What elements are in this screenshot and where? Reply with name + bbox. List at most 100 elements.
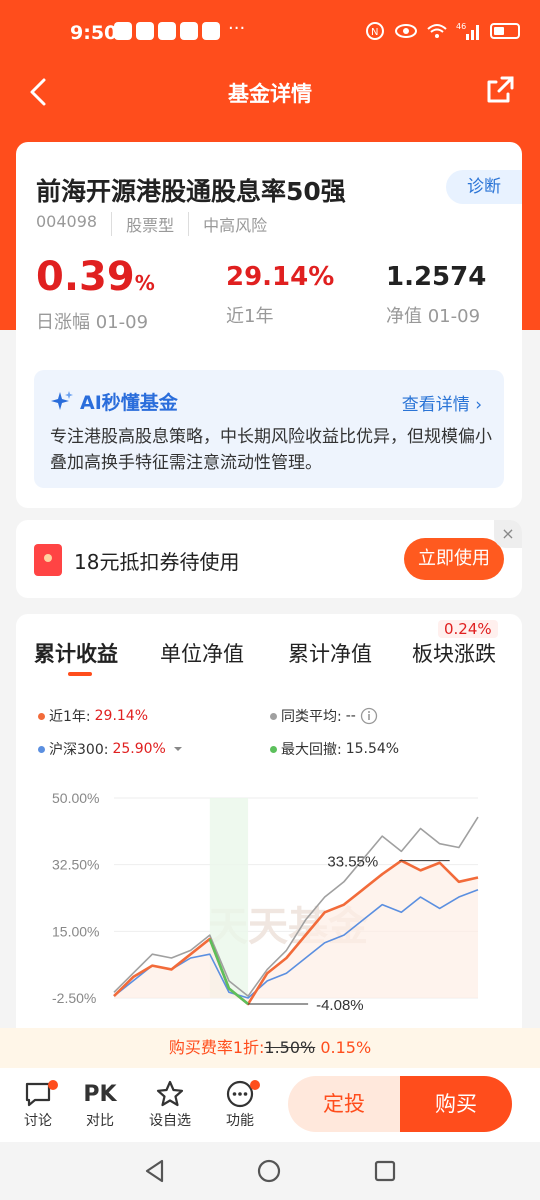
peak-annotation: 33.55%: [327, 854, 378, 871]
nfc-icon: N: [366, 22, 384, 40]
daily-change-value: 0.39: [36, 254, 135, 300]
add-watchlist-button[interactable]: 设自选: [140, 1078, 200, 1130]
compare-label: 对比: [86, 1113, 114, 1129]
daily-change-stat: 0.39% 日涨幅 01-09: [36, 254, 155, 334]
legend-fund-label: 近1年:: [49, 709, 91, 725]
ai-summary-text: 专注港股高股息策略，中长期风险收益比优异，但规模偏小叠加高换手特征需注意流动性管…: [50, 427, 492, 473]
sector-change-badge: 0.24%: [438, 620, 498, 638]
status-bar: 9:50 ··· N 46: [0, 0, 540, 64]
svg-text:46: 46: [456, 22, 466, 31]
home-circle-icon[interactable]: [256, 1158, 282, 1184]
functions-notification-dot: [250, 1080, 260, 1090]
fund-summary-card: 前海开源港股通股息率50强 诊断 004098 股票型 中高风险 0.39% 日…: [16, 142, 522, 508]
legend-fund: 近1年: 29.14%: [38, 706, 148, 726]
daily-change-label: 日涨幅 01-09: [36, 312, 149, 333]
legend-drawdown-label: 最大回撤:: [281, 742, 342, 758]
y-tick-label: 50.00%: [52, 790, 99, 806]
app-notification-icon: [202, 22, 220, 40]
ai-title: AI秒懂基金: [50, 388, 178, 415]
compare-button[interactable]: PK 对比: [70, 1078, 130, 1130]
share-icon[interactable]: [484, 74, 516, 106]
recents-square-icon[interactable]: [372, 1158, 398, 1184]
fund-code: 004098: [36, 212, 98, 231]
legend-dot-fund: [38, 712, 45, 720]
ai-view-details-link[interactable]: 查看详情 ›: [402, 390, 482, 415]
signal-icon: 46: [456, 22, 479, 40]
fee-prefix: 购买费率1折:: [168, 1038, 265, 1057]
fee-new-rate: 0.15%: [320, 1038, 372, 1057]
discuss-button[interactable]: 讨论: [8, 1078, 68, 1130]
battery-icon: [490, 23, 520, 39]
fund-meta: 004098 股票型 中高风险: [36, 212, 267, 236]
chart-tabs: 累计收益 单位净值 累计净值 板块涨跌 0.24%: [16, 614, 522, 684]
add-watchlist-label: 设自选: [149, 1113, 191, 1129]
legend-drawdown-value: 15.54%: [345, 741, 400, 757]
active-tab-indicator: [68, 672, 92, 676]
nav-bar: 基金详情: [0, 64, 540, 120]
tab-cumulative-nav[interactable]: 累计净值: [288, 638, 372, 668]
fund-name: 前海开源港股通股息率50强: [36, 177, 346, 206]
legend-peer-value: --: [345, 708, 356, 724]
legend-drawdown: 最大回撤: 15.54%: [270, 739, 399, 759]
back-triangle-icon[interactable]: [142, 1158, 168, 1184]
year-return-label: 近1年: [226, 306, 274, 327]
chevron-down-icon: [173, 747, 182, 751]
legend-peer-label: 同类平均:: [281, 709, 342, 725]
bottom-action-bar: 讨论 PK 对比 设自选 功能 定投 购买: [0, 1068, 540, 1142]
legend-dot-peer: [270, 712, 277, 720]
close-icon[interactable]: ×: [494, 520, 522, 548]
daily-change-unit: %: [134, 271, 155, 295]
tab-cumulative-return[interactable]: 累计收益: [34, 638, 118, 668]
nav-value-label: 净值 01-09: [386, 306, 481, 327]
legend-index-value: 25.90%: [112, 741, 166, 757]
discuss-label: 讨论: [24, 1113, 52, 1129]
page-title: 基金详情: [228, 82, 312, 106]
fee-old-rate: 1.50%: [264, 1038, 316, 1057]
system-nav-bar: [0, 1142, 540, 1200]
pk-icon: PK: [83, 1081, 117, 1107]
app-notification-icon: [114, 22, 132, 40]
functions-label: 功能: [226, 1113, 254, 1129]
ai-summary-box[interactable]: AI秒懂基金 查看详情 › 专注港股高股息策略，中长期风险收益比优异，但规模偏小…: [34, 370, 504, 488]
legend-dot-drawdown: [270, 745, 277, 753]
info-icon[interactable]: [360, 707, 378, 725]
functions-button[interactable]: 功能: [210, 1078, 270, 1130]
nav-value-stat: 1.2574 净值 01-09: [386, 254, 486, 328]
coupon-card: 18元抵扣券待使用 立即使用 ×: [16, 520, 522, 598]
red-envelope-icon: [34, 544, 62, 576]
status-time: 9:50: [70, 22, 118, 44]
fund-risk: 中高风险: [188, 212, 267, 236]
more-notifications-icon: ···: [228, 18, 246, 39]
y-tick-label: 15.00%: [52, 923, 99, 939]
system-status-icons: N 46: [364, 20, 520, 42]
wifi-icon: [427, 24, 447, 38]
y-tick-label: -2.50%: [52, 990, 96, 1006]
y-tick-label: 32.50%: [52, 857, 99, 873]
legend-fund-value: 29.14%: [94, 708, 149, 724]
coupon-text: 18元抵扣券待使用: [74, 550, 240, 574]
svg-text:N: N: [371, 27, 378, 38]
buy-button[interactable]: 购买: [400, 1076, 512, 1132]
star-icon: [156, 1080, 184, 1107]
nav-value: 1.2574: [386, 262, 487, 292]
app-notification-icon: [136, 22, 154, 40]
legend-index-label: 沪深300:: [49, 742, 109, 758]
diagnose-button[interactable]: 诊断: [446, 170, 522, 204]
fund-type: 股票型: [111, 212, 174, 236]
year-return-value: 29.14%: [226, 262, 335, 292]
sparkle-icon: [51, 390, 73, 410]
ai-title-text: AI秒懂基金: [80, 392, 178, 414]
tab-unit-nav[interactable]: 单位净值: [160, 638, 244, 668]
year-return-stat: 29.14% 近1年: [226, 254, 334, 328]
discuss-notification-dot: [48, 1080, 58, 1090]
use-coupon-button[interactable]: 立即使用: [404, 538, 504, 580]
performance-chart-card: 累计收益 单位净值 累计净值 板块涨跌 0.24% 近1年: 29.14% 同类平…: [16, 614, 522, 1074]
app-notification-icon: [180, 22, 198, 40]
low-annotation: -4.08%: [316, 997, 364, 1014]
legend-peer: 同类平均: --: [270, 706, 378, 726]
app-notification-icon: [158, 22, 176, 40]
eye-icon: [395, 24, 417, 38]
tab-sector-change[interactable]: 板块涨跌: [412, 638, 496, 668]
legend-index[interactable]: 沪深300: 25.90%: [38, 739, 186, 759]
auto-invest-button[interactable]: 定投: [288, 1076, 400, 1132]
